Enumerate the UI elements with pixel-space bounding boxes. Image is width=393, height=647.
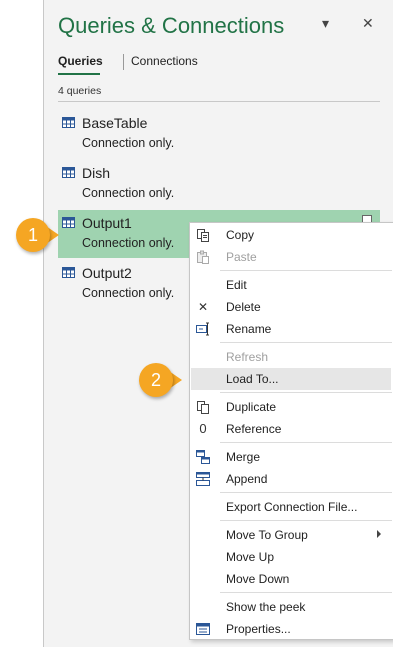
menu-item-paste: Paste [191,246,391,268]
query-status: Connection only. [82,286,175,300]
menu-item-show-the-peek[interactable]: Show the peek [191,596,391,618]
menu-separator [220,442,392,443]
menu-item-reference[interactable]: 0 Reference [191,418,391,440]
menu-item-label: Delete [226,300,261,314]
menu-item-label: Paste [226,250,257,264]
menu-item-label: Export Connection File... [226,500,358,514]
menu-separator [220,342,392,343]
query-count: 4 queries [58,85,102,97]
callout-badge-1: 1 [16,218,50,252]
menu-item-move-down[interactable]: Move Down [191,568,391,590]
menu-item-label: Edit [226,278,247,292]
menu-item-move-up[interactable]: Move Up [191,546,391,568]
duplicate-icon [197,401,209,414]
query-status: Connection only. [82,186,175,200]
query-name: Output2 [82,265,132,281]
menu-item-label: Reference [226,422,282,436]
divider [58,101,380,102]
query-name: Output1 [82,215,132,231]
table-icon [62,267,75,278]
menu-item-label: Properties... [226,622,291,636]
menu-item-label: Append [226,472,268,486]
active-tab-indicator [58,73,100,75]
append-icon [196,472,210,486]
tab-separator [123,54,124,70]
menu-item-merge[interactable]: Merge [191,446,391,468]
menu-item-export-connection-file[interactable]: Export Connection File... [191,496,391,518]
query-item-basetable[interactable]: BaseTable Connection only. [58,110,380,158]
menu-item-append[interactable]: Append [191,468,391,490]
menu-item-label: Show the peek [226,600,306,614]
menu-item-properties[interactable]: Properties... [191,618,391,640]
menu-item-label: Move Up [226,550,275,564]
table-icon [62,167,75,178]
menu-item-label: Move Down [226,572,290,586]
pane-title: Queries & Connections [58,13,285,38]
menu-item-delete[interactable]: ✕ Delete [191,296,391,318]
menu-separator [220,592,392,593]
table-icon [62,117,75,128]
menu-separator [220,520,392,521]
paste-icon [197,250,209,264]
menu-item-label: Refresh [226,350,269,364]
menu-item-refresh: Refresh [191,346,391,368]
tab-queries[interactable]: Queries [58,54,103,68]
menu-item-label: Rename [226,322,272,336]
query-status: Connection only. [82,136,175,150]
context-menu: Copy Paste Edit ✕ Delete Rename Refresh … [189,222,393,640]
query-name: Dish [82,165,111,181]
tab-connections[interactable]: Connections [131,54,198,68]
pane-options-dropdown[interactable]: ▾ [322,15,329,32]
submenu-arrow-icon [377,530,381,538]
menu-item-rename[interactable]: Rename [191,318,391,340]
menu-item-label: Copy [226,228,255,242]
menu-separator [220,492,392,493]
menu-item-label: Duplicate [226,400,277,414]
properties-icon [196,623,210,635]
menu-separator [220,392,392,393]
menu-item-label: Load To... [226,372,279,386]
query-name: BaseTable [82,115,148,131]
menu-item-duplicate[interactable]: Duplicate [191,396,391,418]
menu-item-move-to-group[interactable]: Move To Group [191,524,391,546]
query-item-dish[interactable]: Dish Connection only. [58,160,380,208]
table-icon [62,217,75,228]
menu-separator [220,270,392,271]
merge-icon [196,450,210,464]
menu-item-edit[interactable]: Edit [191,274,391,296]
close-icon[interactable]: ✕ [362,15,374,32]
reference-icon: 0 [199,421,207,436]
delete-icon: ✕ [197,300,209,314]
rename-icon [196,322,209,336]
callout-badge-2: 2 [139,363,173,397]
menu-item-label: Merge [226,450,261,464]
query-status: Connection only. [82,236,175,250]
menu-item-copy[interactable]: Copy [191,224,391,246]
menu-item-load-to[interactable]: Load To... [191,368,391,390]
menu-item-label: Move To Group [226,528,308,542]
copy-icon [197,229,209,242]
